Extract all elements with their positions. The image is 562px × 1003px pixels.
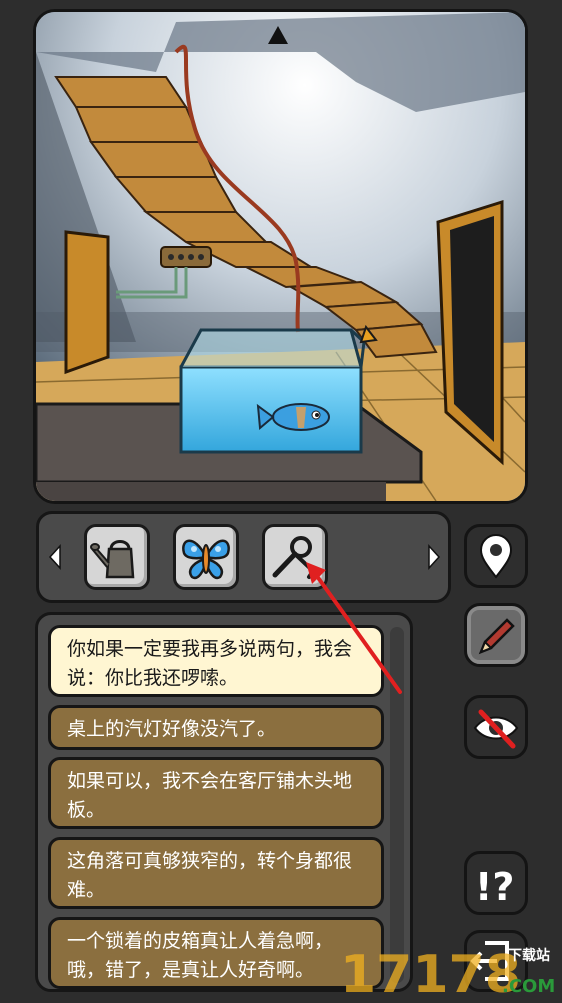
inventory-prev-arrow[interactable]	[48, 544, 62, 570]
hide-dialog-button[interactable]	[464, 695, 528, 759]
game-scene[interactable]	[33, 9, 528, 504]
eye-crossed-icon	[473, 709, 519, 749]
inventory-next-arrow[interactable]	[427, 544, 441, 570]
butterfly-icon	[182, 539, 230, 580]
map-pin-icon	[479, 534, 513, 579]
notes-button[interactable]	[464, 603, 528, 667]
watermark-digits: 17178	[340, 945, 521, 999]
svg-text:!?: !?	[475, 865, 514, 909]
pencil-icon	[471, 610, 521, 660]
annotation-arrow	[306, 562, 402, 694]
watermark-site-bottom: .COM	[502, 976, 555, 997]
hint-button[interactable]: !?	[464, 851, 528, 915]
watering-can-icon	[90, 540, 135, 579]
inventory-slot-butterfly[interactable]	[173, 524, 239, 590]
watermark-logo: 17178 下载站 .COM	[338, 938, 562, 1003]
dialog-line[interactable]: 桌上的汽灯好像没汽了。	[48, 705, 384, 750]
map-button[interactable]	[464, 524, 528, 588]
hint-icon: !?	[475, 865, 514, 909]
watermark-site-top: 下载站	[508, 947, 550, 964]
dialog-line[interactable]: 一个锁着的皮箱真让人着急啊，哦，错了，是真让人好奇啊。	[48, 917, 384, 989]
dialog-line[interactable]: 这角落可真够狭窄的，转个身都很难。	[48, 837, 384, 909]
dialog-line[interactable]: 如果可以，我不会在客厅铺木头地板。	[48, 757, 384, 829]
up-arrow-icon[interactable]	[266, 24, 290, 46]
inventory-slot-watering-can[interactable]	[84, 524, 150, 590]
